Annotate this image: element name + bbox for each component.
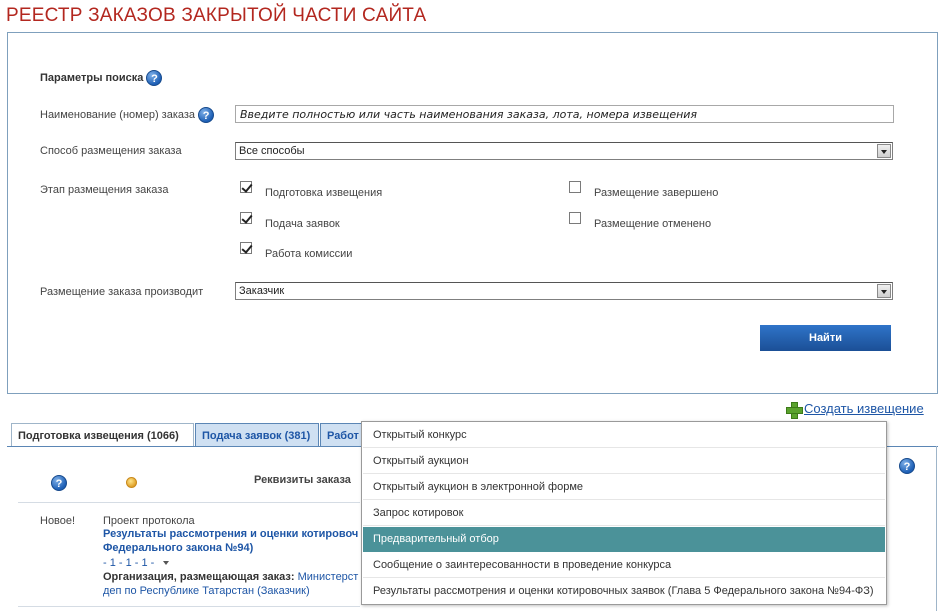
org-link-cont[interactable]: деп по Республике Татарстан (Заказчик) (103, 585, 310, 597)
help-icon[interactable]: ? (198, 107, 215, 123)
dropdown-item-quotation-results[interactable]: Результаты рассмотрения и оценки котиров… (363, 579, 885, 604)
dropdown-item-quotation-request[interactable]: Запрос котировок (363, 501, 885, 526)
placer-value: Заказчик (239, 285, 285, 297)
stage-cancelled-label: Размещение отменено (594, 218, 712, 230)
page-title: РЕЕСТР ЗАКАЗОВ ЗАКРЫТОЙ ЧАСТИ САЙТА (6, 5, 427, 26)
stage-applications-label: Подача заявок (265, 218, 340, 230)
checkbox-stage-cancelled[interactable] (569, 212, 581, 224)
help-icon[interactable]: ? (146, 70, 163, 86)
chevron-down-icon[interactable] (163, 561, 170, 566)
checkbox-stage-commission[interactable] (240, 242, 252, 254)
row-separator (18, 502, 360, 503)
order-name-input[interactable] (235, 105, 894, 123)
checkbox-stage-completed[interactable] (569, 181, 581, 193)
row-type: Проект протокола (103, 515, 195, 527)
dropdown-item-interest-message[interactable]: Сообщение о заинтересованности в проведе… (363, 553, 885, 578)
dropdown-item-electronic-auction[interactable]: Открытый аукцион в электронной форме (363, 475, 885, 500)
sort-icon[interactable] (126, 477, 137, 488)
status-badge: Новое! (40, 515, 76, 527)
results-border (936, 446, 937, 611)
org-link[interactable]: Министерст (298, 571, 359, 583)
stage-preparation-label: Подготовка извещения (265, 187, 383, 199)
placement-method-dropdown: Открытый конкурс Открытый аукцион Открыт… (361, 421, 887, 605)
chevron-down-icon[interactable] (877, 284, 891, 298)
placer-label: Размещение заказа производит (40, 286, 204, 298)
dropdown-item-open-contest[interactable]: Открытый конкурс (363, 423, 885, 448)
method-label: Способ размещения заказа (40, 145, 182, 157)
find-button[interactable]: Найти (760, 325, 891, 351)
help-icon[interactable]: ? (51, 475, 67, 491)
stage-label: Этап размещения заказа (40, 184, 169, 196)
stage-commission-label: Работа комиссии (265, 248, 353, 260)
tab-work[interactable]: Работ (320, 423, 364, 447)
checkbox-stage-applications[interactable] (240, 212, 252, 224)
help-icon[interactable]: ? (899, 458, 915, 474)
order-name-label: Наименование (номер) заказа ? (40, 107, 215, 123)
row-separator (18, 606, 360, 607)
row-title-link-cont[interactable]: Федерального закона №94) (103, 542, 253, 554)
placer-select[interactable]: Заказчик (235, 282, 893, 300)
create-notice-link[interactable]: Создать извещение (804, 401, 924, 416)
method-select[interactable]: Все способы (235, 142, 893, 160)
tab-applications[interactable]: Подача заявок (381) (195, 423, 319, 447)
plus-icon[interactable] (786, 402, 803, 419)
row-title-link[interactable]: Результаты рассмотрения и оценки котиров… (103, 528, 358, 540)
row-numbers: - 1 - 1 - 1 - (103, 557, 170, 569)
checkbox-stage-preparation[interactable] (240, 181, 252, 193)
org-label: Организация, размещающая заказ: Министер… (103, 571, 359, 583)
column-header-requisites: Реквизиты заказа (254, 474, 351, 486)
dropdown-item-preliminary-selection[interactable]: Предварительный отбор (363, 527, 885, 552)
method-value: Все способы (239, 145, 305, 157)
search-panel: Параметры поиска ? Наименование (номер) … (7, 32, 938, 394)
chevron-down-icon[interactable] (877, 144, 891, 158)
stage-completed-label: Размещение завершено (594, 187, 719, 199)
tab-preparation[interactable]: Подготовка извещения (1066) (11, 423, 194, 447)
dropdown-item-open-auction[interactable]: Открытый аукцион (363, 449, 885, 474)
search-section-title: Параметры поиска ? (40, 70, 163, 86)
